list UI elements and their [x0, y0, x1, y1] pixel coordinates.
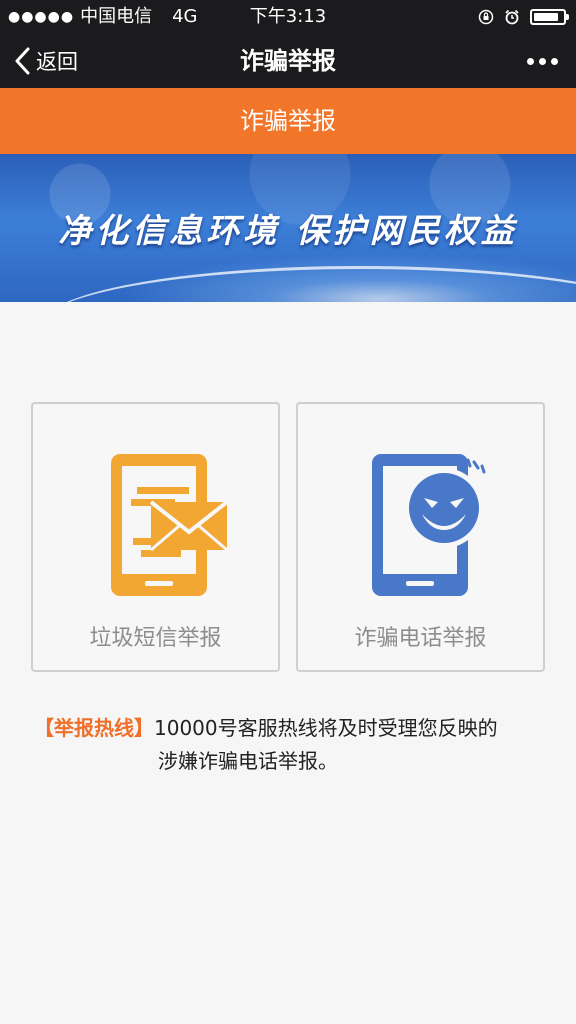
hotline-tag: 【举报热线】	[34, 716, 154, 740]
page-title: 诈骗举报	[240, 47, 336, 75]
chevron-left-icon	[15, 47, 30, 75]
banner-slogan: 净化信息环境 保护网民权益	[58, 211, 518, 250]
back-label: 返回	[36, 50, 78, 74]
banner: 净化信息环境 保护网民权益	[0, 154, 576, 302]
hotline-text-line1: 10000号客服热线将及时受理您反映的	[154, 716, 498, 740]
alarm-icon	[505, 9, 519, 25]
more-dot-icon	[551, 57, 558, 65]
section-header: 诈骗举报	[0, 88, 576, 154]
more-dot-icon	[539, 57, 546, 65]
phone-envelope-icon	[111, 454, 229, 596]
status-right	[478, 0, 569, 34]
more-dot-icon	[527, 57, 534, 65]
back-button[interactable]: 返回	[14, 34, 78, 88]
spam-sms-report-label: 垃圾短信举报	[89, 626, 222, 651]
rotation-lock-icon	[478, 9, 494, 25]
hotline-text-line2: 涉嫌诈骗电话举报。	[158, 749, 338, 773]
navigation-bar: 返回 诈骗举报	[0, 34, 576, 88]
hotline-notice: 【举报热线】10000号客服热线将及时受理您反映的 涉嫌诈骗电话举报。	[34, 712, 554, 778]
scam-call-report-label: 诈骗电话举报	[354, 626, 487, 651]
spam-sms-report-card[interactable]: 垃圾短信举报	[31, 402, 280, 672]
scam-call-report-card[interactable]: 诈骗电话举报	[296, 402, 545, 672]
status-bar: ●●●●● 中国电信 4G 下午3:13	[0, 0, 576, 34]
battery-icon	[530, 9, 569, 25]
more-options-button[interactable]	[527, 34, 558, 88]
phone-scam-face-icon	[372, 454, 486, 596]
